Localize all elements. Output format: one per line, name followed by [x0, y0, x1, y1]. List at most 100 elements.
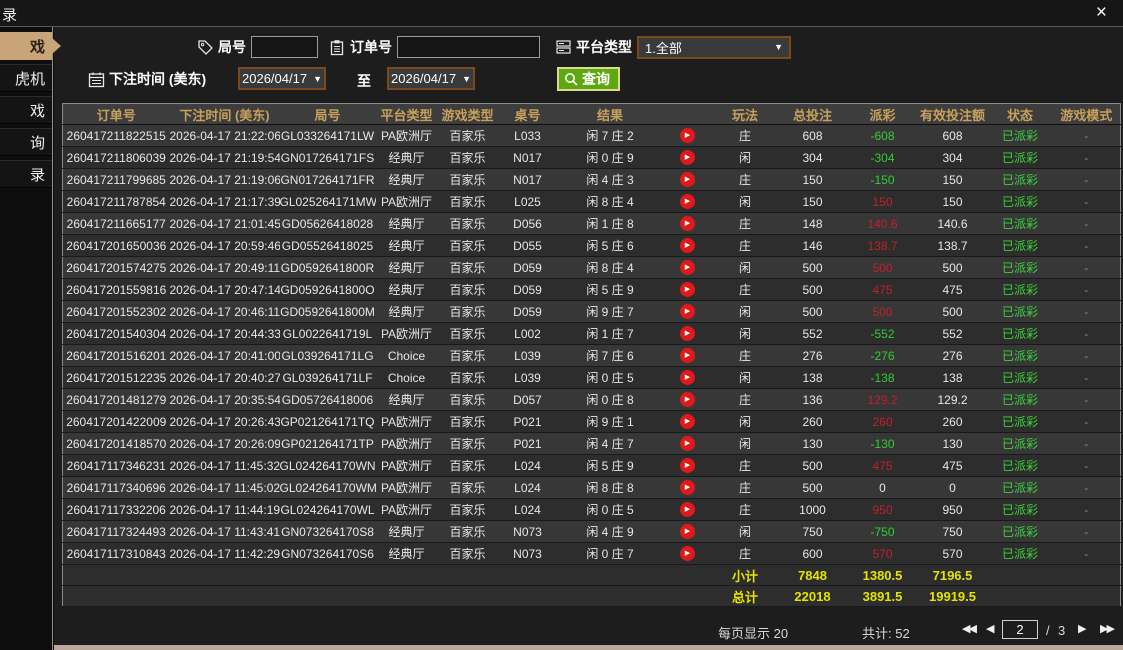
video-play-icon[interactable]: ▶	[680, 392, 695, 407]
video-play-icon[interactable]: ▶	[680, 194, 695, 209]
video-play-icon[interactable]: ▶	[680, 128, 695, 143]
sidebar-item-label: 戏	[30, 36, 45, 57]
cell-mode: -	[1053, 147, 1121, 169]
video-play-icon[interactable]: ▶	[680, 172, 695, 187]
cell-valid-bet: 0	[918, 477, 988, 499]
cell-round-id: GL025264171MW	[280, 191, 376, 213]
background-window-edge	[54, 645, 1123, 650]
video-play-icon[interactable]: ▶	[680, 304, 695, 319]
cell-game-type: 百家乐	[438, 147, 498, 169]
platform-select[interactable]: 1.全部 ▼	[637, 36, 791, 59]
page-number-input[interactable]	[1002, 620, 1038, 639]
video-play-icon[interactable]: ▶	[680, 282, 695, 297]
video-play-icon[interactable]: ▶	[680, 546, 695, 561]
subtotal-total-bet: 7848	[778, 565, 848, 586]
sidebar-item-query[interactable]: 询	[0, 128, 52, 156]
cell-payout: 260	[848, 411, 918, 433]
sidebar-item-label: 询	[30, 132, 45, 153]
cell-mode: -	[1053, 433, 1121, 455]
next-page-icon[interactable]: ▶	[1078, 622, 1086, 635]
cell-mode: -	[1053, 213, 1121, 235]
table-row: 2604172118225152026-04-17 21:22:06GL0332…	[63, 125, 1121, 147]
cell-round-id: GL033264171LW	[280, 125, 376, 147]
cell-payout: -150	[848, 169, 918, 191]
cell-payout: -552	[848, 323, 918, 345]
sidebar-item-live-game[interactable]: 戏	[0, 32, 52, 60]
cell-video: ▶	[663, 455, 713, 477]
video-play-icon[interactable]: ▶	[680, 502, 695, 517]
video-play-icon[interactable]: ▶	[680, 238, 695, 253]
table-row: 2604172116651772026-04-17 21:01:45GD0562…	[63, 213, 1121, 235]
cell-table-no: D059	[498, 301, 558, 323]
cell-bet-time: 2026-04-17 20:26:43	[170, 411, 280, 433]
video-play-icon[interactable]: ▶	[680, 524, 695, 539]
cell-game-type: 百家乐	[438, 301, 498, 323]
cell-total-bet: 500	[778, 257, 848, 279]
video-play-icon[interactable]: ▶	[680, 458, 695, 473]
cell-round-id: GP021264171TP	[280, 433, 376, 455]
cell-game-type: 百家乐	[438, 257, 498, 279]
cell-game-type: 百家乐	[438, 455, 498, 477]
order-input[interactable]	[397, 36, 540, 58]
cell-game-type: 百家乐	[438, 125, 498, 147]
cell-play: 庄	[713, 477, 778, 499]
cell-table-no: L002	[498, 323, 558, 345]
cell-result: 闲 1 庄 8	[558, 213, 663, 235]
close-icon[interactable]: ×	[1092, 2, 1111, 24]
cell-bet-time: 2026-04-17 21:19:06	[170, 169, 280, 191]
date-to-value: 2026/04/17	[391, 71, 456, 86]
cell-status: 已派彩	[988, 169, 1053, 191]
table-row: 2604172014220092026-04-17 20:26:43GP0212…	[63, 411, 1121, 433]
cell-table-no: L024	[498, 499, 558, 521]
sidebar-item-records[interactable]: 录	[0, 160, 52, 188]
platform-label: 平台类型	[576, 37, 632, 57]
cell-play: 庄	[713, 389, 778, 411]
query-button[interactable]: 查询	[557, 67, 620, 91]
search-icon	[564, 72, 579, 87]
video-play-icon[interactable]: ▶	[680, 326, 695, 341]
first-page-icon[interactable]: ◀◀	[962, 622, 975, 635]
cell-play: 庄	[713, 499, 778, 521]
cell-platform: PA欧洲厅	[376, 499, 438, 521]
table-row: 2604171173244932026-04-17 11:43:41GN0732…	[63, 521, 1121, 543]
video-play-icon[interactable]: ▶	[680, 480, 695, 495]
video-play-icon[interactable]: ▶	[680, 414, 695, 429]
cell-platform: PA欧洲厅	[376, 323, 438, 345]
video-play-icon[interactable]: ▶	[680, 436, 695, 451]
video-play-icon[interactable]: ▶	[680, 348, 695, 363]
cell-round-id: GL0022641719L	[280, 323, 376, 345]
date-to-picker[interactable]: 2026/04/17 ▼	[387, 67, 475, 90]
cell-result: 闲 9 庄 1	[558, 411, 663, 433]
cell-round-id: GN017264171FR	[280, 169, 376, 191]
sidebar-item-game[interactable]: 戏	[0, 96, 52, 124]
records-body: 2604172118225152026-04-17 21:22:06GL0332…	[63, 125, 1121, 565]
cell-round-id: GN017264171FS	[280, 147, 376, 169]
prev-page-icon[interactable]: ◀	[986, 622, 994, 635]
cell-payout: 500	[848, 257, 918, 279]
cell-payout: 950	[848, 499, 918, 521]
video-play-icon[interactable]: ▶	[680, 370, 695, 385]
cell-video: ▶	[663, 147, 713, 169]
sidebar-item-slots[interactable]: 虎机	[0, 64, 52, 92]
cell-total-bet: 260	[778, 411, 848, 433]
last-page-icon[interactable]: ▶▶	[1100, 622, 1113, 635]
cell-status: 已派彩	[988, 477, 1053, 499]
cell-result: 闲 4 庄 3	[558, 169, 663, 191]
table-header-row: 订单号 下注时间 (美东) 局号 平台类型 游戏类型 桌号 结果 玩法 总投注 …	[63, 104, 1121, 125]
round-input[interactable]	[251, 36, 318, 58]
cell-platform: PA欧洲厅	[376, 411, 438, 433]
cell-total-bet: 150	[778, 191, 848, 213]
video-play-icon[interactable]: ▶	[680, 260, 695, 275]
video-play-icon[interactable]: ▶	[680, 216, 695, 231]
date-from-picker[interactable]: 2026/04/17 ▼	[238, 67, 326, 90]
cell-order-id: 260417201422009	[63, 411, 170, 433]
cell-game-type: 百家乐	[438, 169, 498, 191]
sidebar-item-label: 虎机	[15, 68, 45, 89]
cell-bet-time: 2026-04-17 21:17:39	[170, 191, 280, 213]
chevron-down-icon: ▼	[462, 74, 471, 84]
video-play-icon[interactable]: ▶	[680, 150, 695, 165]
cell-payout: -276	[848, 345, 918, 367]
cell-game-type: 百家乐	[438, 191, 498, 213]
cell-result: 闲 0 庄 9	[558, 147, 663, 169]
round-filter-group: 局号	[197, 35, 318, 59]
